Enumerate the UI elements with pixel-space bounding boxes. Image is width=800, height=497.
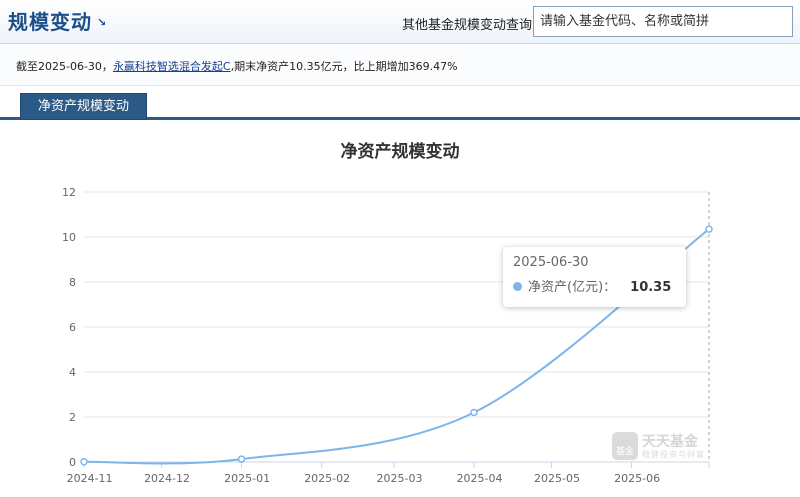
header-bar: 规模变动 ↘ 其他基金规模变动查询: <box>0 0 800 44</box>
y-tick-label: 0 <box>69 456 76 469</box>
x-tick-label: 2025-04 <box>457 472 503 485</box>
y-tick-label: 8 <box>69 276 76 289</box>
watermark-badge: 基金 <box>612 432 638 460</box>
x-tick-label: 2024-11 <box>67 472 113 485</box>
y-tick-label: 2 <box>69 411 76 424</box>
x-tick-label: 2025-05 <box>534 472 580 485</box>
tooltip-label: 净资产(亿元)： <box>528 280 617 295</box>
arrow-down-right-icon[interactable]: ↘ <box>97 16 106 29</box>
data-point <box>237 455 246 463</box>
data-point <box>470 408 478 417</box>
data-point <box>80 458 88 466</box>
page-title: 规模变动 <box>8 10 92 34</box>
y-tick-label: 12 <box>62 186 76 199</box>
tooltip-value: 10.35 <box>630 280 672 295</box>
chart-area: 净资产规模变动 0 2 4 6 8 10 12 2024-11 2024-12 2025-01 20… <box>0 123 800 497</box>
fund-summary: 截至2025-06-30，永赢科技智选混合发起C,期末净资产10.35亿元，比上… <box>0 44 800 86</box>
fund-link[interactable]: 永赢科技智选混合发起C <box>113 60 231 73</box>
y-tick-label: 10 <box>62 231 76 244</box>
x-tick-label: 2024-12 <box>144 472 190 485</box>
tab-net-asset-scale[interactable]: 净资产规模变动 <box>20 93 147 120</box>
tab-bar: 净资产规模变动 <box>0 86 800 120</box>
summary-suffix: ,期末净资产10.35亿元，比上期增加369.47% <box>230 60 458 73</box>
x-tick-label: 2025-06 <box>614 472 660 485</box>
watermark-logo: 基金 天天基金 稳健投资与财富 <box>612 432 712 462</box>
summary-prefix: 截至2025-06-30， <box>16 60 113 73</box>
query-label: 其他基金规模变动查询: <box>402 18 537 33</box>
watermark-name: 天天基金 <box>642 434 698 450</box>
y-tick-label: 6 <box>69 321 76 334</box>
chart-tooltip: 2025-06-30 净资产(亿元)： 10.35 <box>503 247 686 307</box>
watermark-slogan: 稳健投资与财富 <box>642 450 705 459</box>
tooltip-row: 净资产(亿元)： 10.35 <box>513 276 676 295</box>
series-dot-icon <box>513 282 522 291</box>
x-tick-label: 2025-02 <box>304 472 350 485</box>
x-tick-label: 2025-01 <box>224 472 270 485</box>
y-tick-label: 4 <box>69 366 76 379</box>
data-point <box>705 225 713 233</box>
fund-search-input[interactable] <box>533 6 793 37</box>
tooltip-date: 2025-06-30 <box>513 255 589 270</box>
x-tick-label: 2025-03 <box>377 472 423 485</box>
